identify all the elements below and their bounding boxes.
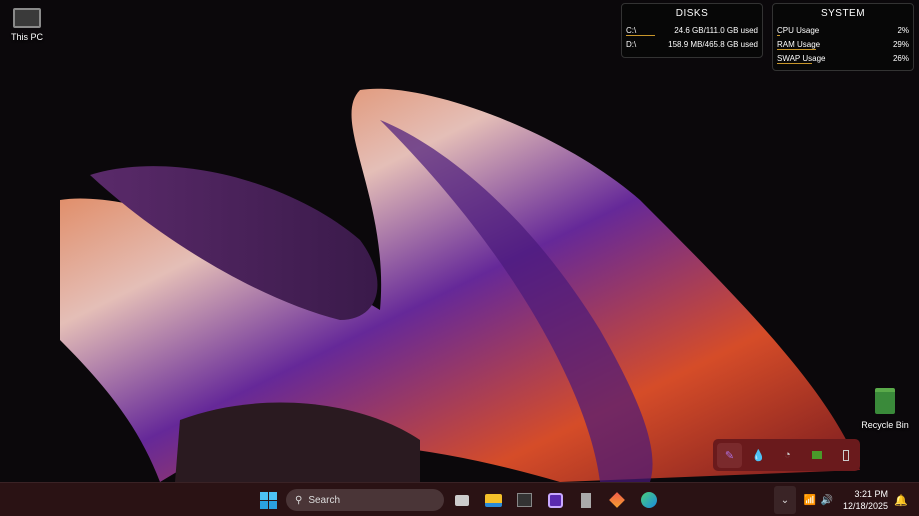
disks-widget: DISKS C:\ 24.6 GB/111.0 GB used D:\ 158.9 … [621, 3, 763, 58]
usage-bar [626, 35, 655, 36]
nvidia-icon[interactable] [804, 443, 829, 468]
usage-bar [777, 63, 812, 64]
hidden-icons-flyout: ✎ 💧 ◔ [713, 439, 860, 471]
network-mon-icon[interactable]: ◔ [775, 443, 800, 468]
system-title: SYSTEM [820, 8, 866, 19]
system-row: RAM Usage 29% [777, 39, 909, 50]
drop-icon[interactable]: 💧 [746, 443, 771, 468]
taskbar: ⚲ Search ⌄ 📶 🔊 3:21 PM 12/18/2025 🔔 [0, 482, 919, 516]
search-icon: ⚲ [295, 494, 303, 506]
disk-row: C:\ 24.6 GB/111.0 GB used [626, 25, 758, 36]
desktop-wallpaper [60, 88, 860, 482]
start-icon[interactable] [256, 488, 280, 512]
system-widget: SYSTEM CPU Usage 2% RAM Usage 29% SWAP Usa… [772, 3, 914, 71]
usb-icon[interactable] [833, 443, 858, 468]
notification-bell-icon[interactable]: 🔔 [889, 488, 913, 512]
desktop-icon-recycle-bin[interactable]: Recycle Bin [855, 388, 915, 430]
chip-app-icon[interactable] [543, 488, 567, 512]
usage-bar [777, 49, 816, 50]
disks-title: DISKS [675, 8, 709, 19]
feather-icon[interactable]: ✎ [717, 442, 742, 468]
usage-bar [777, 35, 780, 36]
capture-app-icon[interactable] [512, 488, 536, 512]
disk-row: D:\ 158.9 MB/465.8 GB used [626, 39, 758, 49]
clock[interactable]: 3:21 PM 12/18/2025 [838, 488, 888, 512]
devices-app-icon[interactable] [574, 488, 598, 512]
desktop-icon-this-pc[interactable]: This PC [0, 8, 57, 42]
volume-icon[interactable]: 🔊 [815, 488, 839, 512]
monitor-icon [13, 8, 41, 28]
show-hidden-icons-button[interactable]: ⌄ [774, 486, 796, 514]
search-box[interactable]: ⚲ Search [286, 489, 444, 511]
cube-app-icon[interactable] [605, 488, 629, 512]
file-explorer-icon[interactable] [481, 488, 505, 512]
edge-icon[interactable] [637, 488, 661, 512]
system-row: SWAP Usage 26% [777, 53, 909, 64]
recycle-bin-icon [875, 388, 895, 414]
task-view-icon[interactable] [450, 488, 474, 512]
system-row: CPU Usage 2% [777, 25, 909, 36]
